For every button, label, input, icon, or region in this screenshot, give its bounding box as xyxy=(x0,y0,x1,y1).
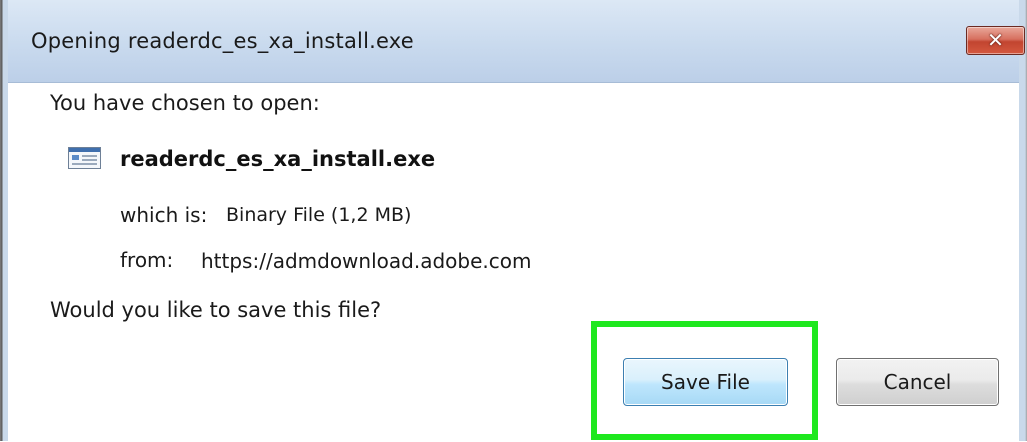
save-question: Would you like to save this file? xyxy=(50,298,382,322)
window-left-border xyxy=(0,0,8,441)
close-icon: ✕ xyxy=(987,28,1004,52)
cancel-button[interactable]: Cancel xyxy=(836,358,999,406)
window-title: Opening readerdc_es_xa_install.exe xyxy=(31,29,414,53)
close-button[interactable]: ✕ xyxy=(966,26,1025,55)
save-file-dialog: Opening readerdc_es_xa_install.exe ✕ You… xyxy=(0,0,1027,442)
executable-file-icon xyxy=(68,147,101,169)
file-source-label: from: xyxy=(120,248,174,272)
file-source-value: https://admdownload.adobe.com xyxy=(201,249,532,273)
file-type-value: Binary File (1,2 MB) xyxy=(226,204,412,226)
prompt-label: You have chosen to open: xyxy=(50,91,320,115)
file-type-label: which is: xyxy=(120,203,208,227)
save-file-button[interactable]: Save File xyxy=(623,358,788,406)
file-name: readerdc_es_xa_install.exe xyxy=(120,147,436,171)
window-right-border xyxy=(1019,0,1027,441)
title-bar[interactable]: Opening readerdc_es_xa_install.exe ✕ xyxy=(8,0,1025,82)
dialog-body: You have chosen to open: readerdc_es_xa_… xyxy=(8,82,1019,442)
